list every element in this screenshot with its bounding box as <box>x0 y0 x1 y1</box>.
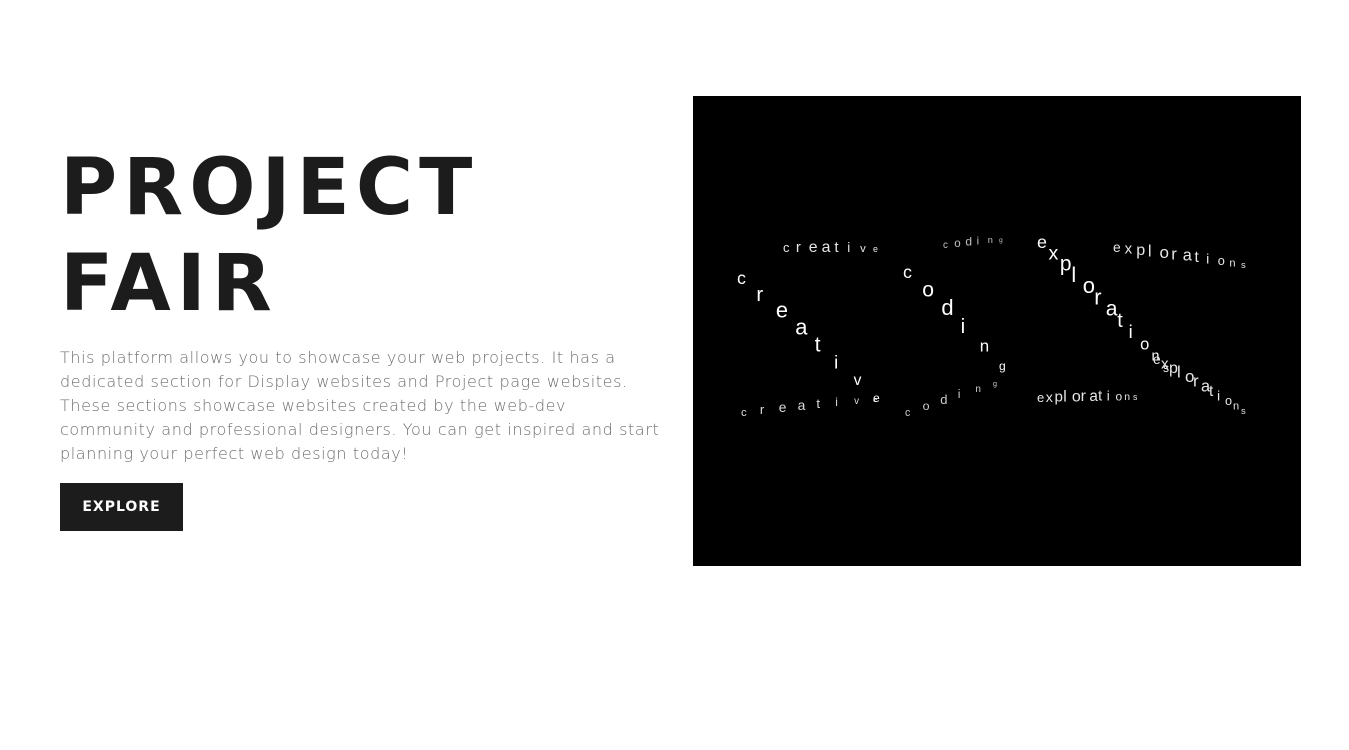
animation-letter: e <box>1037 390 1044 405</box>
animation-letter: o <box>954 238 960 250</box>
animation-letter: r <box>1171 244 1177 263</box>
animation-letter: a <box>822 239 831 256</box>
animation-letter: n <box>980 337 989 356</box>
animation-letter: x <box>1161 356 1169 373</box>
animation-letter: i <box>958 387 961 401</box>
animation-letter: l <box>1177 363 1181 382</box>
animation-letter: l <box>1063 389 1067 406</box>
animation-letter: c <box>903 262 912 282</box>
animation-letter: r <box>756 284 763 306</box>
animation-letter: o <box>1072 388 1081 405</box>
animation-letter: s <box>1241 405 1246 416</box>
animation-letter: d <box>940 392 947 407</box>
animation-letter: i <box>1217 388 1220 404</box>
page-title-line-1: PROJECT <box>60 143 479 233</box>
animation-letter: s <box>1241 259 1246 270</box>
animation-letter: t <box>1195 249 1200 266</box>
animation-letter: v <box>854 372 862 389</box>
page-title: PROJECT FAIR <box>60 140 660 332</box>
animation-letter: c <box>737 268 746 288</box>
page: PROJECT FAIR This platform allows you to… <box>0 0 1349 750</box>
animation-letter: v <box>854 396 859 407</box>
hero-text-section: PROJECT FAIR This platform allows you to… <box>60 140 660 531</box>
animation-letter: e <box>873 395 877 404</box>
animation-letter: i <box>835 395 838 409</box>
animation-letter: c <box>905 407 911 419</box>
animation-letter: l <box>1148 241 1152 260</box>
creative-coding-animation: creativecodingexplorationscreativecreati… <box>693 96 1301 566</box>
animation-letter: s <box>1133 392 1138 402</box>
animation-letter: e <box>1037 232 1047 252</box>
animation-canvas: creativecodingex p l o r at ionsc r e a t i v ec r e a t i… <box>737 232 1246 419</box>
animation-letter: d <box>941 295 953 320</box>
animation-letter: i <box>1107 389 1110 404</box>
animation-letter: x <box>1125 241 1133 258</box>
animation-letter: t <box>1117 310 1123 332</box>
animation-letter: a <box>1106 298 1118 321</box>
animation-letter: p <box>1055 389 1063 406</box>
animation-letter: n <box>1233 401 1239 413</box>
animation-letter: o <box>923 399 930 413</box>
animation-letter: i <box>834 351 838 372</box>
animation-letter: c <box>783 240 790 255</box>
animation-letter: t <box>815 333 821 356</box>
animation-letter: e <box>1153 352 1161 367</box>
hero-description: This platform allows you to showcase you… <box>60 348 660 463</box>
animation-letter: o <box>1083 273 1095 298</box>
animation-letter: a <box>795 315 808 340</box>
animation-letter: r <box>1081 388 1087 405</box>
animation-letter: r <box>1193 372 1199 391</box>
animation-letter: e <box>1113 240 1121 255</box>
animation-letter: e <box>809 239 818 256</box>
animation-letter: e <box>779 400 787 415</box>
animation-letter: i <box>847 240 850 255</box>
animation-letter: l <box>1071 262 1076 287</box>
animation-letter: d <box>965 235 972 249</box>
animation-letter: o <box>1160 243 1169 262</box>
animation-letter: e <box>873 244 878 254</box>
animation-letter: g <box>999 359 1006 373</box>
page-title-line-2: FAIR <box>60 239 278 329</box>
animation-letter: o <box>922 278 934 301</box>
animation-letter: i <box>977 235 980 247</box>
animation-letter: a <box>1089 388 1098 405</box>
animation-letter: t <box>834 239 839 256</box>
animation-letter: a <box>798 397 806 413</box>
animation-letter: i <box>1206 252 1209 268</box>
animation-letter: p <box>1060 253 1072 276</box>
animation-letter: c <box>943 240 948 251</box>
animation-letter: p <box>1136 241 1145 259</box>
animation-letter: t <box>1098 389 1102 405</box>
animation-letter: e <box>776 298 788 323</box>
animation-letter: x <box>1046 390 1053 406</box>
animation-letter: o <box>1140 336 1149 354</box>
animation-letter: n <box>975 384 981 395</box>
animation-letter: r <box>760 402 765 417</box>
animation-letter: r <box>796 240 801 256</box>
animation-letter: t <box>816 396 820 411</box>
animation-letter: x <box>1049 242 1059 264</box>
animation-letter: v <box>860 243 866 255</box>
animation-letter: c <box>741 407 747 419</box>
animation-letter: o <box>1116 389 1123 403</box>
animation-letter: i <box>1129 321 1133 342</box>
animation-letter: n <box>988 235 993 245</box>
animation-letter: g <box>993 379 997 388</box>
animation-letter: o <box>1218 254 1225 268</box>
animation-letter: g <box>999 237 1003 244</box>
animation-letter: a <box>1183 247 1193 265</box>
animation-letter: o <box>1225 394 1232 408</box>
animation-letter: r <box>1094 284 1101 309</box>
animation-letter: i <box>961 315 966 338</box>
animation-letter: t <box>1209 383 1214 400</box>
animation-letter: n <box>1229 258 1235 270</box>
animation-letter: n <box>1124 392 1130 403</box>
explore-button[interactable]: EXPLORE <box>60 483 183 531</box>
